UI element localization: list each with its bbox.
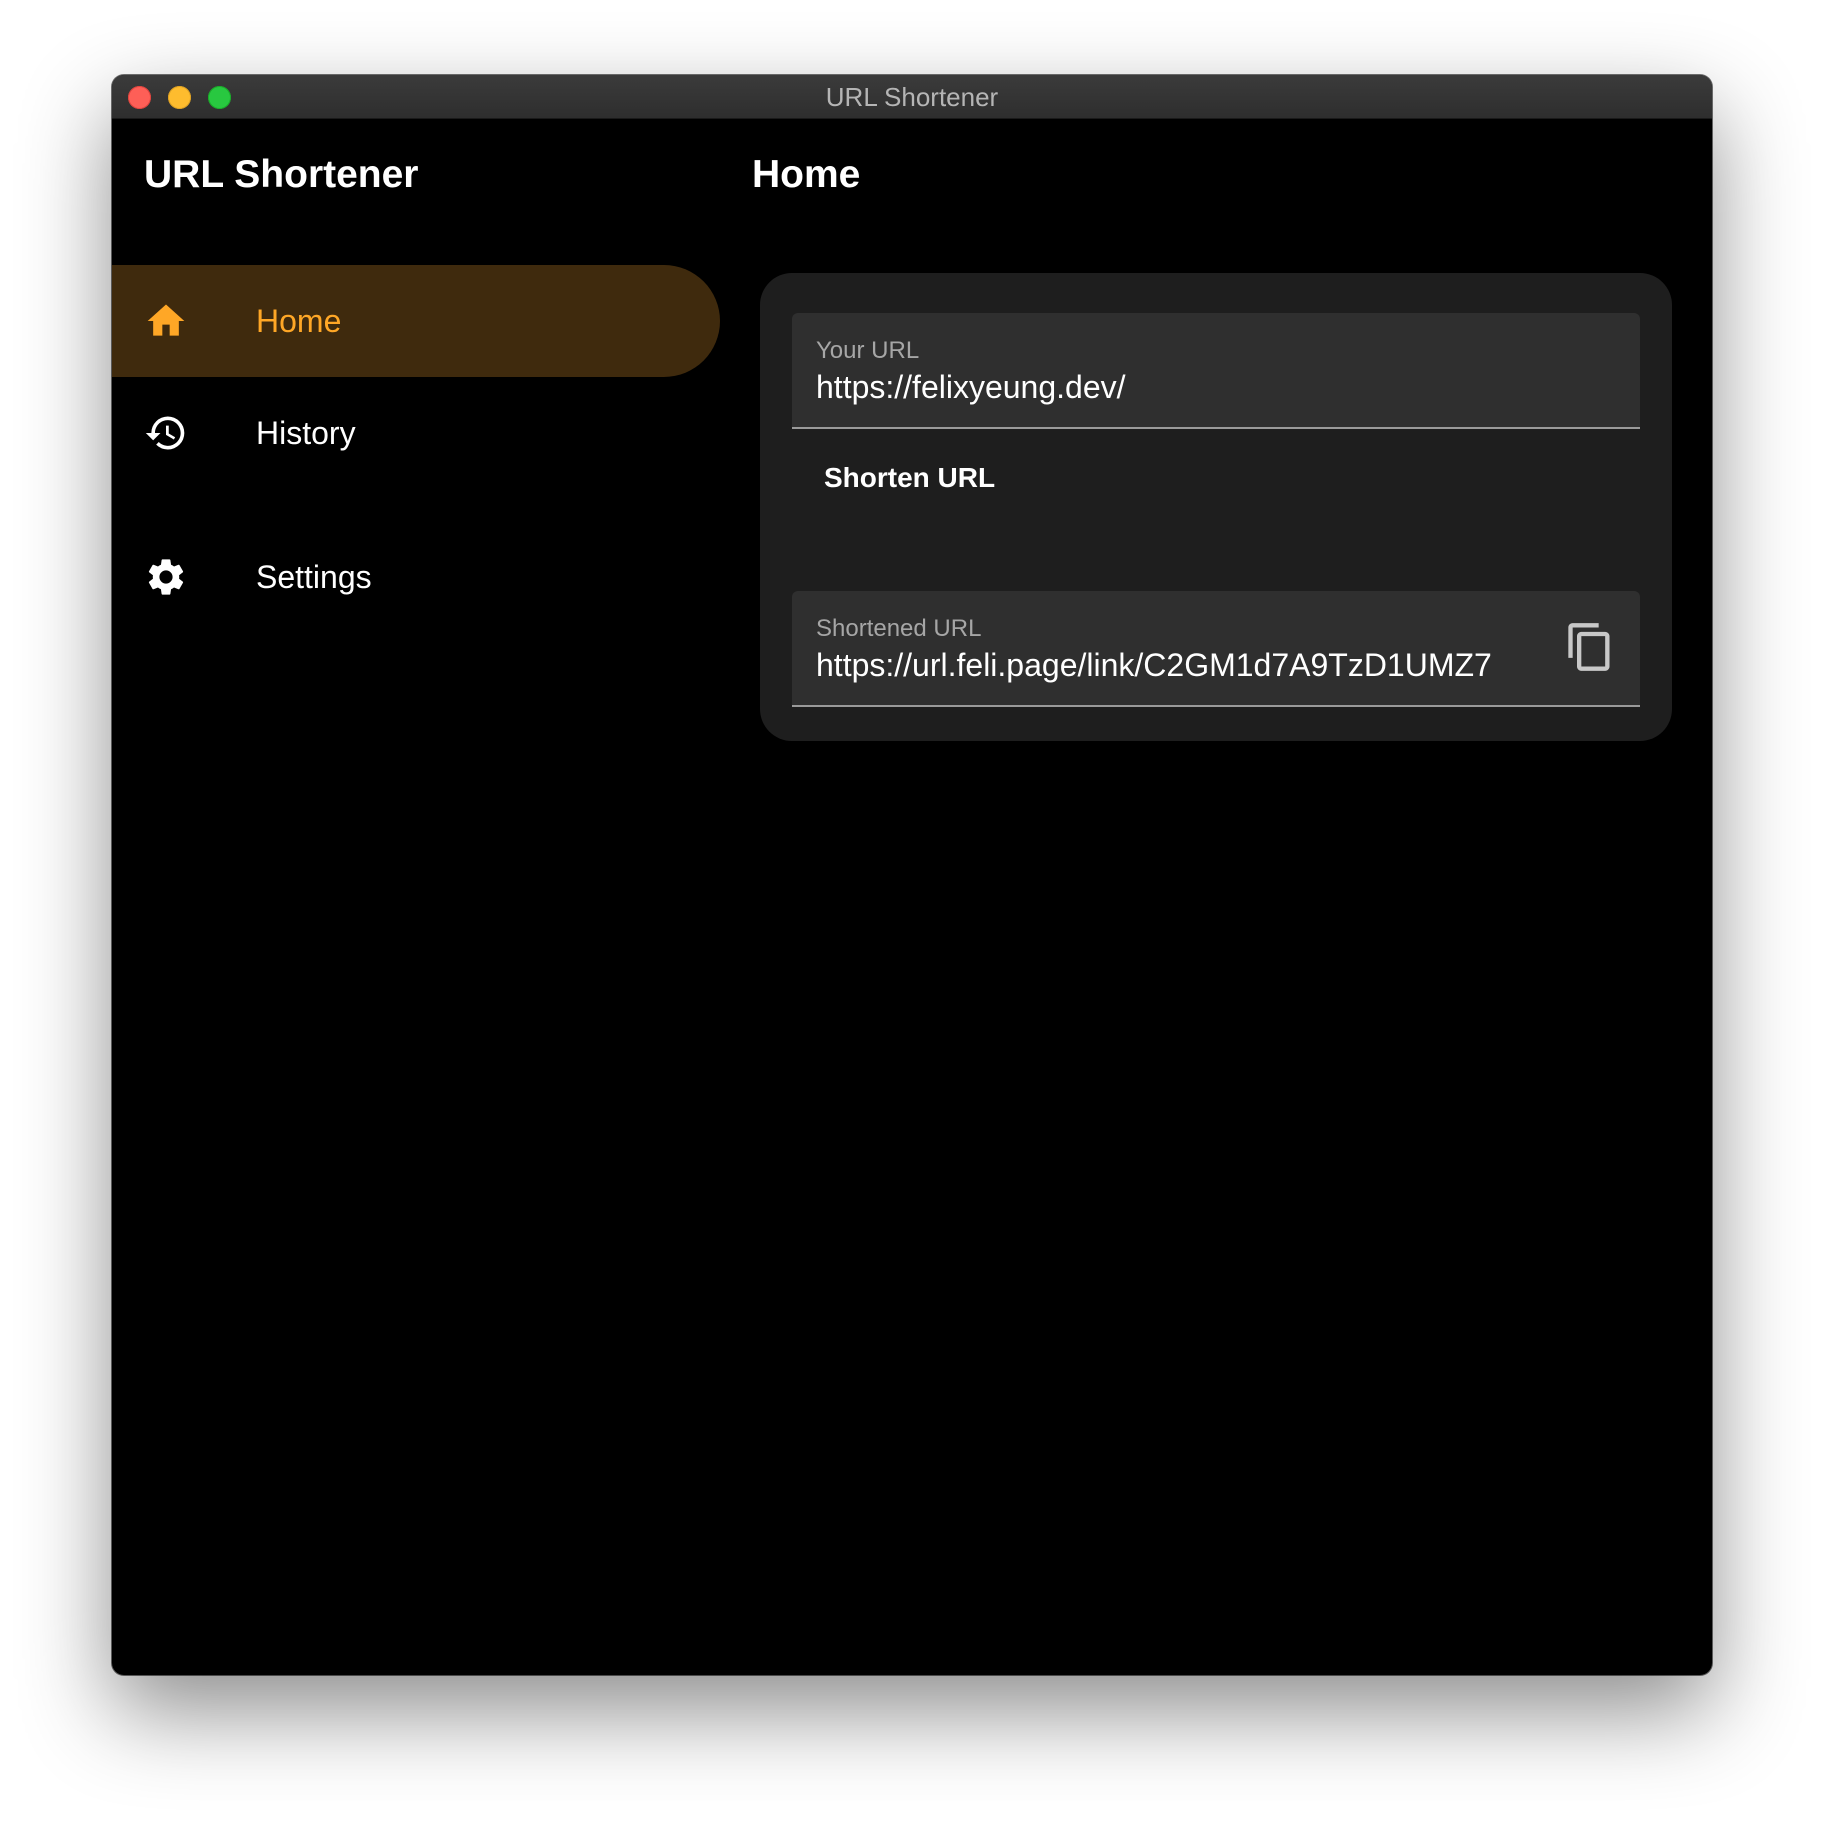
page-title: Home [752, 153, 861, 196]
copy-icon[interactable] [1564, 621, 1616, 673]
app-title: URL Shortener [144, 153, 419, 196]
app-window: URL Shortener URL Shortener Home Home Hi… [112, 75, 1712, 1675]
url-input-value[interactable]: https://felixyeung.dev/ [816, 369, 1126, 406]
shortened-url-label: Shortened URL [816, 615, 982, 642]
url-input-label: Your URL [816, 337, 920, 364]
sidebar-item-label: Settings [256, 559, 372, 595]
shortened-url-value[interactable]: https://url.feli.page/link/C2GM1d7A9TzD1… [816, 647, 1492, 684]
sidebar-item-settings[interactable]: Settings [112, 521, 720, 633]
sidebar-item-label: Home [256, 303, 342, 339]
home-icon [147, 304, 185, 336]
sidebar-item-history[interactable]: History [112, 377, 720, 489]
window-title: URL Shortener [825, 82, 999, 112]
shortened-url-field[interactable]: Shortened URL https://url.feli.page/link… [792, 591, 1640, 707]
shorten-card: Your URL https://felixyeung.dev/ Shorten… [760, 273, 1672, 741]
title-bar[interactable]: URL Shortener [112, 75, 1712, 119]
sidebar-item-home[interactable]: Home [112, 265, 720, 377]
history-icon [145, 416, 185, 450]
sidebar-item-label: History [256, 415, 356, 451]
url-input-field[interactable]: Your URL https://felixyeung.dev/ [792, 313, 1640, 429]
shorten-url-button[interactable]: Shorten URL [800, 451, 1019, 505]
settings-icon [148, 559, 184, 595]
